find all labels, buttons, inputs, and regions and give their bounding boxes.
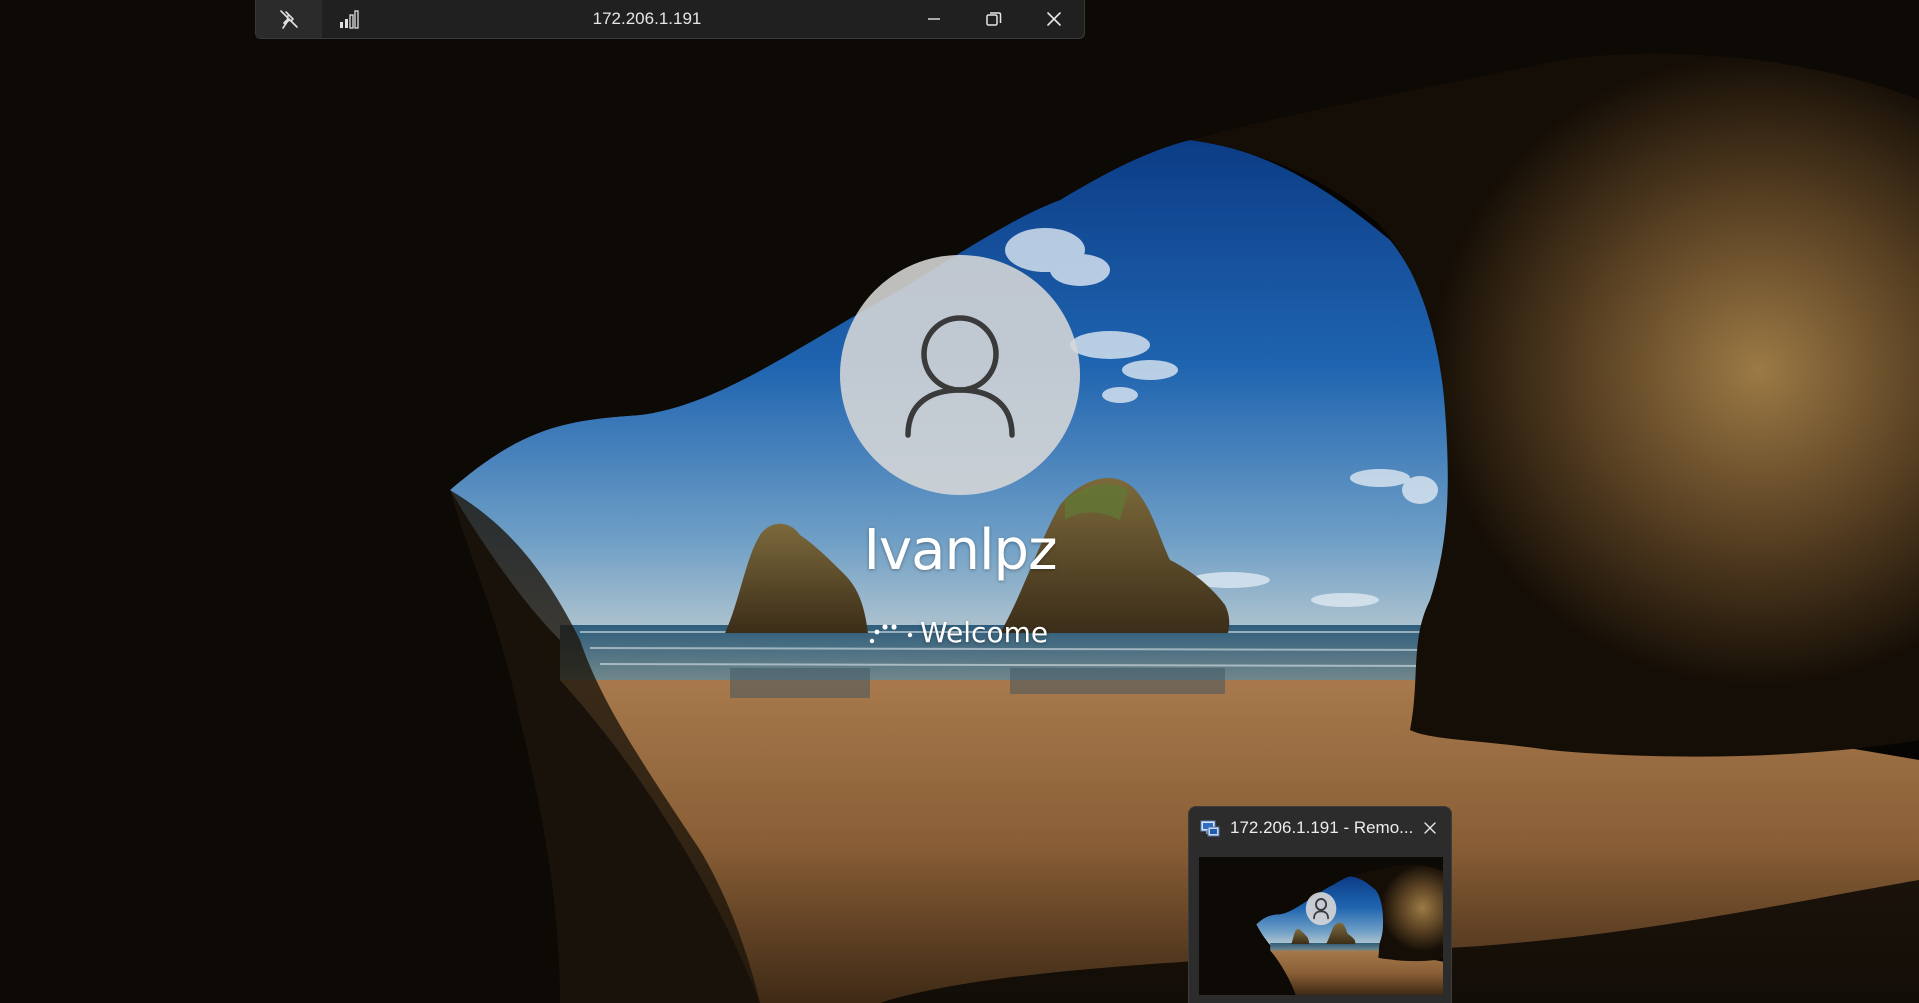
loading-spinner-icon [869, 624, 913, 644]
restore-icon [986, 12, 1002, 26]
thumbnail-header: 172.206.1.191 - Remo... [1189, 807, 1451, 849]
signin-status: Welcome [868, 612, 1048, 652]
welcome-text: Welcome [920, 615, 1049, 649]
minimize-button[interactable] [904, 0, 964, 38]
connection-quality-button[interactable] [322, 0, 380, 38]
user-icon [905, 315, 1015, 438]
close-icon [1424, 822, 1436, 834]
lock-screen-wallpaper [0, 0, 1919, 1003]
connection-host-label: 172.206.1.191 [592, 9, 702, 28]
remote-desktop-icon [1200, 820, 1220, 837]
close-icon [1047, 12, 1061, 26]
close-button[interactable] [1024, 0, 1084, 38]
user-avatar [840, 255, 1080, 495]
remote-desktop-screen: 172.206.1.191 Ivanlpz Welcome 172.206.1.… [0, 0, 1919, 1003]
thumbnail-close-button[interactable] [1413, 811, 1447, 845]
username-label: Ivanlpz [863, 518, 1058, 583]
signal-strength-icon [340, 10, 359, 29]
minimize-icon [928, 18, 940, 20]
thumbnail-title: 172.206.1.191 - Remo... [1230, 818, 1413, 837]
pin-off-icon [280, 10, 298, 29]
restore-button[interactable] [964, 0, 1024, 38]
taskbar-thumbnail-preview[interactable]: 172.206.1.191 - Remo... [1188, 806, 1452, 1003]
rdp-connection-bar: 172.206.1.191 [255, 0, 1085, 39]
pin-connection-bar-button[interactable] [256, 0, 322, 38]
thumbnail-screen-image [1199, 857, 1443, 995]
